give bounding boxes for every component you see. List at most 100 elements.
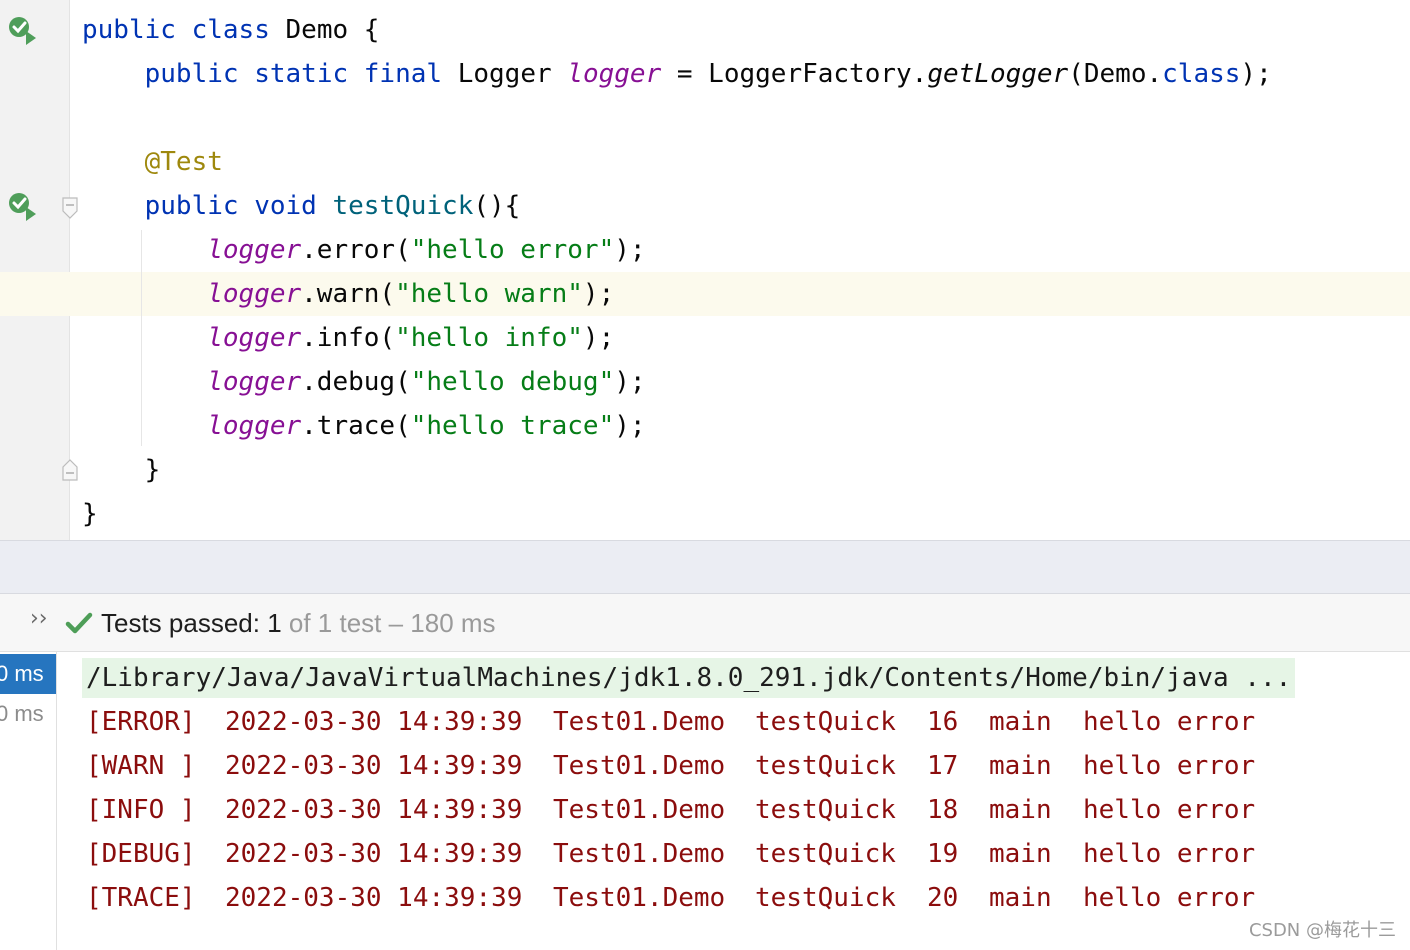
log-level: [DEBUG] [86,839,196,869]
expand-chevron-icon[interactable]: ›› [30,606,48,631]
log-time: 2022-03-30 14:39:39 [225,751,523,781]
fold-close-icon[interactable] [61,459,79,481]
code-line[interactable]: public static final Logger logger = Logg… [82,52,1272,96]
code-token: final [363,59,443,89]
console-java-command[interactable]: /Library/Java/JavaVirtualMachines/jdk1.8… [82,658,1296,698]
code-token: logger [207,323,302,353]
tree-row-test[interactable]: 0 ms [0,694,56,734]
code-token: .warn( [301,279,396,309]
code-token: "hello trace" [410,411,615,441]
code-token: ); [614,411,646,441]
code-token: .error( [301,235,411,265]
log-thread: main [989,795,1052,825]
code-token: logger [207,367,302,397]
code-line[interactable]: @Test [82,140,223,184]
code-token: class [1162,59,1241,89]
code-token: getLogger [927,59,1069,89]
code-token: } [82,455,161,485]
code-token: logger [207,411,302,441]
log-thread: main [989,707,1052,737]
code-token: @Test [144,147,223,177]
log-level: [TRACE] [86,883,196,913]
run-test-class-icon[interactable] [6,14,38,46]
log-time: 2022-03-30 14:39:39 [225,883,523,913]
code-line[interactable]: logger.error("hello error"); [82,228,645,272]
code-token: ); [1240,59,1272,89]
code-line[interactable]: public void testQuick(){ [82,184,521,228]
log-line: 20 [927,883,959,913]
log-time: 2022-03-30 14:39:39 [225,707,523,737]
code-token: "hello error" [410,235,615,265]
watermark: CSDN @梅花十三 [1248,920,1396,941]
code-token: "hello debug" [410,367,615,397]
log-level: [INFO ] [86,795,196,825]
code-editor[interactable]: public class Demo { public static final … [0,0,1410,540]
code-token: logger [567,59,662,89]
code-token: } [82,499,98,529]
log-method: testQuick [755,751,896,781]
code-token: public [82,15,176,45]
log-line: [WARN ] 2022-03-30 14:39:39 Test01.Demo tes… [86,744,1386,788]
log-cls: Test01.Demo [553,795,726,825]
code-token: void [254,191,317,221]
code-line[interactable]: logger.trace("hello trace"); [82,404,646,448]
editor-gutter [0,0,70,540]
code-token: Demo { [269,15,380,45]
log-time: 2022-03-30 14:39:39 [225,795,523,825]
code-token: "hello info" [395,323,583,353]
code-line[interactable]: } [82,492,98,536]
log-cls: Test01.Demo [553,707,726,737]
log-method: testQuick [755,707,896,737]
log-msg: hello error [1083,795,1256,825]
log-cls: Test01.Demo [553,751,726,781]
log-line: 18 [927,795,959,825]
code-token: ); [582,323,615,353]
code-line[interactable]: logger.info("hello info"); [82,316,614,360]
fold-open-icon[interactable] [61,197,79,219]
log-method: testQuick [755,839,896,869]
log-msg: hello error [1083,707,1256,737]
code-token: static [254,59,349,89]
code-line[interactable]: logger.debug("hello debug"); [82,360,646,404]
code-token: ); [614,367,646,397]
code-line[interactable]: logger.warn("hello warn"); [82,272,614,316]
tree-row-root[interactable]: 0 ms [0,654,56,694]
code-token: public [144,59,239,89]
tests-summary: of 1 test – 180 ms [281,608,496,638]
code-token: public [144,191,239,221]
log-time: 2022-03-30 14:39:39 [225,839,523,869]
code-token: .debug( [301,367,411,397]
code-token: class [191,15,270,45]
code-line[interactable]: } [82,448,161,492]
run-test-method-icon[interactable] [6,190,38,222]
log-cls: Test01.Demo [553,839,726,869]
log-level: [WARN ] [86,751,196,781]
check-icon [65,612,93,634]
code-line[interactable]: public class Demo { [82,8,379,52]
code-token: logger [207,235,302,265]
log-line: 19 [927,839,959,869]
log-line: [DEBUG] 2022-03-30 14:39:39 Test01.Demo tes… [86,832,1386,876]
log-thread: main [989,883,1052,913]
tests-passed-label: Tests passed: 1 [101,608,282,638]
code-token: .trace( [301,411,411,441]
code-token: .info( [301,323,396,353]
test-status-text: Tests passed: 1 of 1 test – 180 ms [101,604,496,642]
log-thread: main [989,751,1052,781]
code-token: testQuick [332,191,474,221]
tool-window-splitter[interactable] [0,540,1410,594]
log-line: 17 [927,751,959,781]
log-cls: Test01.Demo [553,883,726,913]
code-token: = LoggerFactory. [661,59,928,89]
code-token: (){ [473,191,521,221]
